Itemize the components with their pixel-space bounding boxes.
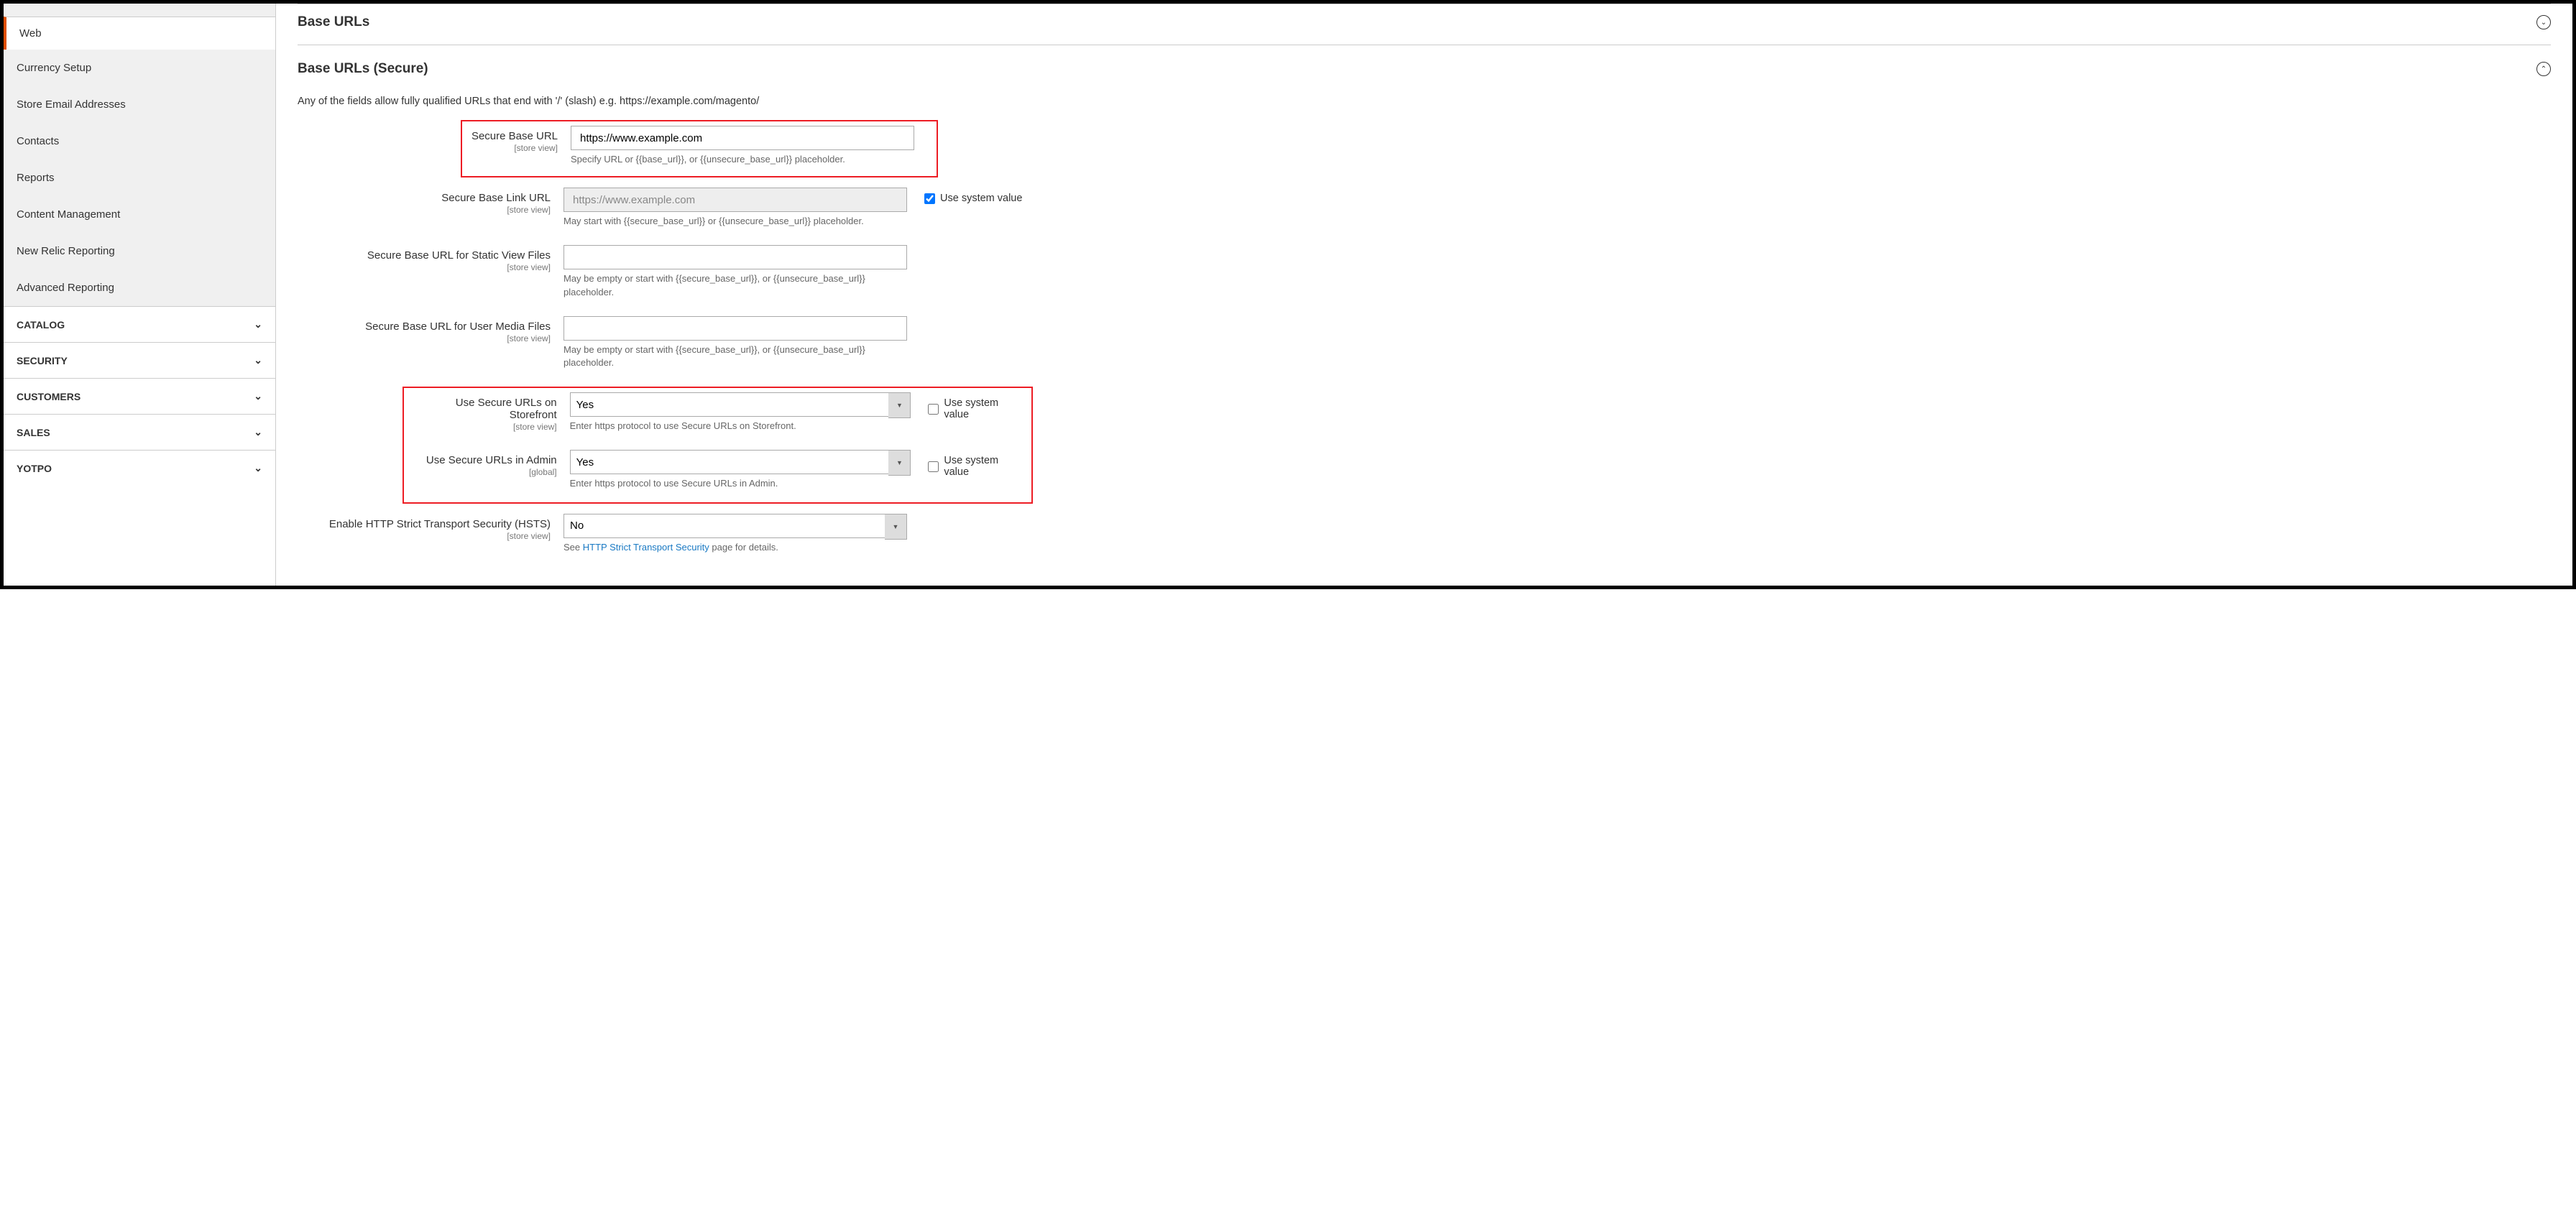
use-system-value-label: Use system value (940, 193, 1022, 204)
chevron-down-icon: ⌄ (254, 390, 262, 402)
section-base-urls-secure[interactable]: Base URLs (Secure) ⌃ (298, 45, 2551, 90)
chevron-down-icon: ⌄ (254, 318, 262, 331)
field-label: Secure Base URL (472, 130, 558, 142)
sidebar-group-sales[interactable]: SALES ⌄ (4, 414, 275, 450)
field-label: Secure Base URL for Static View Files (367, 249, 551, 262)
hsts-select[interactable]: No (564, 514, 907, 538)
field-scope: [store view] (468, 142, 558, 154)
use-secure-storefront-select[interactable]: Yes (570, 392, 911, 417)
field-label: Use Secure URLs on Storefront (456, 397, 557, 421)
sidebar-item-store-email[interactable]: Store Email Addresses (4, 86, 275, 123)
field-help: Enter https protocol to use Secure URLs … (570, 420, 911, 433)
sidebar-group-label: CATALOG (17, 319, 65, 331)
chevron-down-icon: ⌄ (254, 462, 262, 474)
use-system-value-checkbox[interactable] (928, 404, 939, 415)
highlight-secure-base-url: Secure Base URL [store view] Specify URL… (461, 120, 938, 177)
field-help: Specify URL or {{base_url}}, or {{unsecu… (571, 153, 914, 166)
use-system-value-label: Use system value (944, 455, 1026, 478)
sidebar-item-web[interactable]: Web (4, 17, 275, 50)
secure-base-link-url-input (564, 188, 907, 212)
sidebar-sub: Currency Setup Store Email Addresses Con… (4, 50, 275, 306)
collapse-up-icon: ⌃ (2536, 62, 2551, 76)
sidebar-top-gap (4, 4, 275, 17)
hsts-link[interactable]: HTTP Strict Transport Security (583, 542, 709, 553)
chevron-down-icon: ⌄ (254, 426, 262, 438)
section-title: Base URLs (298, 14, 369, 30)
section-description: Any of the fields allow fully qualified … (298, 96, 2551, 107)
use-system-value-label: Use system value (944, 397, 1026, 420)
sidebar-group-security[interactable]: SECURITY ⌄ (4, 342, 275, 378)
secure-base-media-input[interactable] (564, 316, 907, 341)
sidebar-item-content-management[interactable]: Content Management (4, 196, 275, 233)
field-help: Enter https protocol to use Secure URLs … (570, 477, 911, 490)
field-scope: [store view] (298, 333, 551, 345)
use-system-value-checkbox[interactable] (928, 461, 939, 472)
section-title: Base URLs (Secure) (298, 61, 428, 77)
collapse-down-icon: ⌄ (2536, 15, 2551, 29)
content: Base URLs ⌄ Base URLs (Secure) ⌃ Any of … (276, 4, 2572, 586)
field-scope: [global] (410, 466, 557, 479)
sidebar-item-contacts[interactable]: Contacts (4, 123, 275, 160)
field-help: May be empty or start with {{secure_base… (564, 343, 907, 369)
section-base-urls[interactable]: Base URLs ⌄ (298, 4, 2551, 45)
sidebar-item-reports[interactable]: Reports (4, 160, 275, 196)
sidebar-item-currency-setup[interactable]: Currency Setup (4, 50, 275, 86)
field-label: Secure Base URL for User Media Files (365, 320, 551, 333)
sidebar-item-advanced-reporting[interactable]: Advanced Reporting (4, 269, 275, 306)
field-scope: [store view] (298, 262, 551, 274)
field-help: See HTTP Strict Transport Security page … (564, 541, 907, 554)
sidebar-group-label: CUSTOMERS (17, 391, 80, 402)
field-scope: [store view] (298, 204, 551, 216)
use-secure-admin-select[interactable]: Yes (570, 450, 911, 474)
use-system-value-checkbox[interactable] (924, 193, 935, 204)
field-help: May be empty or start with {{secure_base… (564, 272, 907, 298)
sidebar: Web Currency Setup Store Email Addresses… (4, 4, 276, 586)
secure-base-url-input[interactable] (571, 126, 914, 150)
field-scope: [store view] (410, 421, 557, 433)
highlight-use-secure-urls: Use Secure URLs on Storefront [store vie… (402, 387, 1033, 503)
sidebar-group-yotpo[interactable]: YOTPO ⌄ (4, 450, 275, 486)
field-label: Use Secure URLs in Admin (426, 454, 557, 466)
field-label: Enable HTTP Strict Transport Security (H… (329, 518, 551, 530)
field-label: Secure Base Link URL (441, 192, 551, 204)
field-scope: [store view] (298, 530, 551, 543)
sidebar-group-label: SALES (17, 427, 50, 438)
secure-base-static-input[interactable] (564, 245, 907, 269)
sidebar-group-customers[interactable]: CUSTOMERS ⌄ (4, 378, 275, 414)
sidebar-group-catalog[interactable]: CATALOG ⌄ (4, 306, 275, 342)
sidebar-group-label: SECURITY (17, 355, 68, 366)
sidebar-item-new-relic[interactable]: New Relic Reporting (4, 233, 275, 269)
chevron-down-icon: ⌄ (254, 354, 262, 366)
sidebar-group-label: YOTPO (17, 463, 52, 474)
field-help: May start with {{secure_base_url}} or {{… (564, 215, 907, 228)
